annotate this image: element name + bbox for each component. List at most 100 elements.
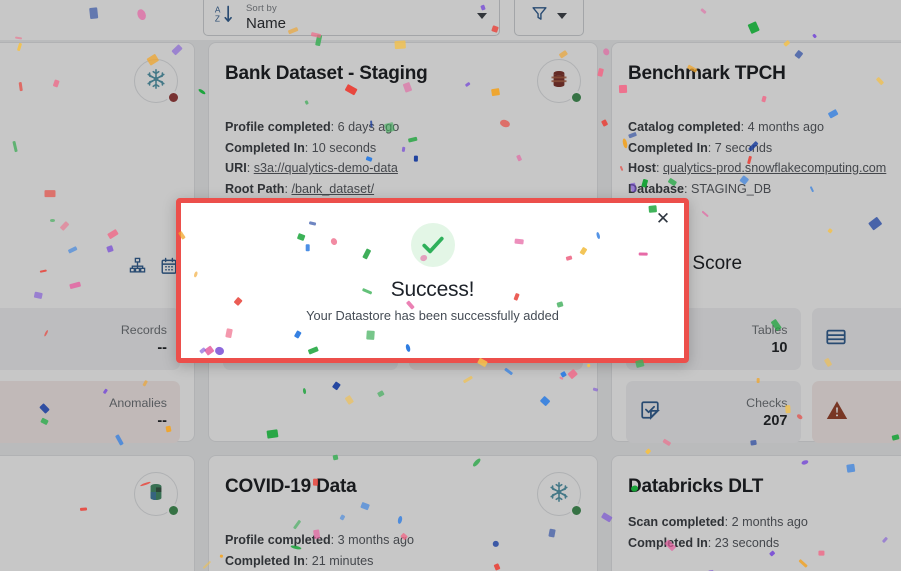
meta-value: 23 seconds [714,535,780,550]
meta-label: Completed In [628,140,708,155]
meta-row: Completed In: 21 minutes [225,553,374,568]
sort-by-dropdown[interactable]: A Z Sort by Name [203,0,500,36]
status-dot [570,504,583,517]
meta-label: Completed In [225,553,305,568]
metric-value: 10 [771,340,788,356]
metric-label: Tables [751,323,788,337]
metric-value: 207 [763,413,788,429]
datastore-card[interactable]: Databricks DLT Scan completed: 2 months … [611,455,901,571]
sort-by-value: Name [246,15,287,32]
database-green-icon [146,482,166,507]
card-action-icons [129,257,178,280]
metric-label: Records [120,323,167,337]
check-circle-icon [410,223,455,267]
meta-row: Catalog completed: 4 months ago [628,120,824,134]
card-title: COVID-19 Data [225,476,357,497]
meta-label: Profile completed [225,533,331,547]
meta-link[interactable]: /bank_dataset/ [291,182,374,196]
filter-chevron-down-icon[interactable] [557,13,567,19]
snowflake-icon [548,481,570,508]
meta-label: Scan completed [628,515,725,529]
metric-tile[interactable]: Checks 207 [626,381,801,443]
meta-row: HCARE__DATASET [0,179,178,200]
meta-row: Scan completed: 2 months ago [628,515,808,529]
meta-label: Completed In [225,140,305,155]
datastore-logo [134,472,180,517]
svg-text:Z: Z [215,13,220,23]
snowflake-icon [145,68,167,95]
sort-az-icon: A Z [214,4,236,29]
datastore-card[interactable]: ce - Staging [0,455,195,571]
meta-value: 6 days ago [337,120,400,134]
meta-label: Host [628,161,656,175]
meta-label: Database [628,181,685,196]
status-dot [167,91,180,104]
datastore-logo [537,472,583,517]
card-meta: o ecomputing.com HCARE__DATASET [0,117,178,199]
warning-icon [825,398,849,427]
status-dot [167,504,180,517]
success-modal: ✕ Success! Your Datastore has been succe… [176,198,689,363]
meta-link[interactable]: qualytics-prod.snowflakecomputing.com [663,161,886,175]
metric-label: Checks [746,396,788,410]
metric-tile[interactable]: Anomalies -- [0,381,180,443]
datastore-logo [537,59,583,104]
filter-funnel-icon [531,5,548,27]
close-icon[interactable]: ✕ [652,208,674,230]
meta-row: Completed In: 10 seconds [225,140,377,155]
card-meta: Scan completed: 2 months ago Completed I… [628,512,901,553]
metric-value: -- [157,413,167,429]
datastore-card[interactable]: COVID-19 Data Profile completed: 3 month… [208,455,598,571]
meta-row[interactable]: ecomputing.com [0,158,178,179]
metric-tile[interactable]: Anomalies [811,381,901,443]
table-icon [825,326,847,353]
meta-label: Root Path [225,181,285,196]
meta-label: Profile completed [225,120,331,134]
meta-row: o [0,117,178,138]
meta-value: 21 minutes [311,553,374,568]
meta-row: Host: qualytics-prod.snowflakecomputing.… [628,161,887,175]
success-title: Success! [390,278,475,301]
filter-button[interactable] [514,0,584,36]
meta-row: Completed In: 23 seconds [628,535,780,550]
success-message: Your Datastore has been successfully add… [306,308,559,323]
status-dot [570,91,583,104]
card-title: Benchmark TPCH [628,63,786,84]
check-square-icon [639,399,661,426]
meta-row: URI: s3a://qualytics-demo-data [225,161,398,175]
app-root: A Z Sort by Name Records -- Anomalies --… [0,0,901,571]
meta-row: Profile completed: 6 days ago [225,120,400,134]
meta-row: Profile completed: 3 months ago [225,533,414,547]
card-title: Databricks DLT [628,476,764,497]
meta-value: 4 months ago [747,120,824,134]
meta-label: URI [225,161,247,175]
meta-row: Root Path: /bank_dataset/ [225,181,375,196]
metric-tiles: Records -- Anomalies -- [0,308,180,443]
meta-label: Catalog completed [628,120,741,134]
meta-row: Completed In: 7 seconds [628,140,773,155]
datastore-card[interactable]: o ecomputing.com HCARE__DATASET [0,42,195,443]
meta-label: Completed In [628,535,708,550]
meta-value: 10 seconds [311,140,377,155]
card-meta: Catalog completed: 4 months ago Complete… [628,117,901,199]
datastore-logo [134,59,180,104]
meta-value: STAGING_DB [691,181,772,196]
toolbar: A Z Sort by Name [0,0,901,40]
card-title: Bank Dataset - Staging [225,63,428,84]
card-meta: Profile completed: 6 days ago Completed … [225,117,581,199]
metric-tile[interactable]: Records [811,308,901,370]
card-meta: Profile completed: 3 months ago Complete… [225,530,581,571]
meta-value: 7 seconds [714,140,773,155]
metric-label: Anomalies [109,396,167,410]
meta-row: ago [0,530,178,551]
database-icon [549,69,569,94]
sort-by-label: Sort by [246,3,277,15]
metric-tile[interactable]: Records -- [0,308,180,370]
sitemap-icon[interactable] [129,257,146,280]
meta-row: Database: STAGING_DB [628,181,772,196]
meta-row [0,138,178,159]
card-meta: ago [0,530,178,551]
chevron-down-icon[interactable] [477,13,487,19]
meta-link[interactable]: s3a://qualytics-demo-data [254,161,398,175]
metric-value: -- [157,340,167,356]
